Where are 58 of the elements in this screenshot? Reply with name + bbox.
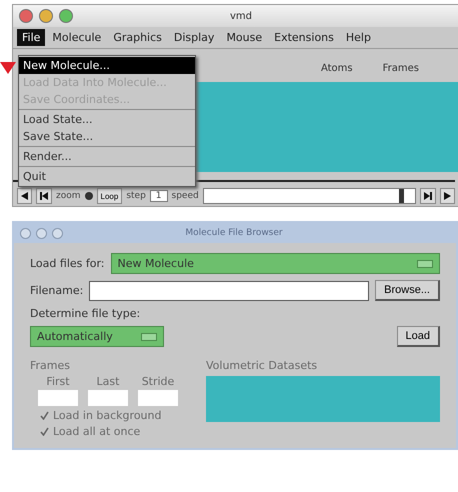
window-title: vmd — [230, 10, 252, 22]
option-label: Load in background — [53, 409, 162, 422]
filename-field[interactable] — [89, 280, 370, 300]
play-icon — [444, 192, 451, 200]
skip-start-button[interactable] — [36, 188, 52, 204]
menu-item[interactable]: Load State... — [19, 111, 195, 128]
group-title: Volumetric Datasets — [206, 359, 318, 372]
menu-item[interactable]: Save State... — [19, 128, 195, 145]
molecule-dropdown[interactable]: New Molecule — [110, 253, 440, 274]
menu-item[interactable]: Extensions — [269, 29, 339, 46]
menu-item[interactable]: Help — [340, 29, 376, 46]
load-button[interactable]: Load — [396, 326, 440, 347]
option-label: Load all at once — [53, 425, 140, 438]
dropdown-value: Automatically — [37, 330, 113, 343]
step-field[interactable]: 1 — [150, 190, 168, 202]
speed-slider[interactable] — [202, 188, 416, 204]
left-triangle-icon — [21, 192, 28, 200]
menu-item[interactable]: Molecule — [47, 29, 106, 46]
column-header: Atoms — [320, 63, 353, 74]
skip-start-icon — [40, 192, 48, 200]
menu-item[interactable]: File — [17, 29, 46, 46]
close-icon[interactable] — [19, 9, 33, 23]
minimize-icon[interactable] — [39, 9, 53, 23]
file-type-dropdown[interactable]: Automatically — [30, 326, 164, 347]
play-button[interactable] — [440, 188, 455, 204]
zoom-icon[interactable] — [52, 228, 63, 238]
menu-item[interactable]: Mouse — [221, 29, 268, 46]
close-icon[interactable] — [20, 228, 31, 238]
dropdown-value: New Molecule — [118, 257, 194, 270]
window-title: Molecule File Browser — [185, 228, 283, 238]
menu-item[interactable]: Display — [168, 29, 220, 46]
field-label: Last — [96, 375, 120, 388]
group-title: Frames — [30, 359, 72, 372]
loop-menu[interactable]: Loop — [96, 188, 122, 204]
menu-item[interactable]: New Molecule... — [19, 57, 195, 74]
slider-thumb[interactable] — [399, 189, 404, 203]
step-back-button[interactable] — [17, 188, 32, 204]
column-header: Frames — [382, 63, 419, 74]
field-label: Load files for: — [30, 257, 105, 270]
skip-end-button[interactable] — [420, 188, 436, 204]
skip-end-icon — [424, 192, 432, 200]
dropdown-indicator-icon — [141, 332, 157, 340]
step-label: step — [126, 191, 146, 201]
menu-item[interactable]: Quit — [19, 168, 195, 185]
menu-item[interactable]: Graphics — [108, 29, 167, 46]
field-label: Determine file type: — [30, 307, 142, 320]
minimize-icon[interactable] — [36, 228, 47, 238]
zoom-checkbox[interactable] — [84, 192, 93, 200]
field-label: Stride — [142, 375, 174, 388]
zoom-label: zoom — [56, 191, 81, 201]
pointer-arrow-icon — [0, 62, 16, 74]
field-label: Filename: — [30, 284, 84, 297]
speed-label: speed — [172, 191, 199, 201]
browse-button[interactable]: Browse... — [375, 280, 440, 301]
dropdown-indicator-icon — [417, 260, 433, 268]
zoom-icon[interactable] — [59, 9, 73, 23]
menu-item[interactable]: Render... — [19, 148, 195, 165]
field-label: First — [46, 375, 70, 388]
